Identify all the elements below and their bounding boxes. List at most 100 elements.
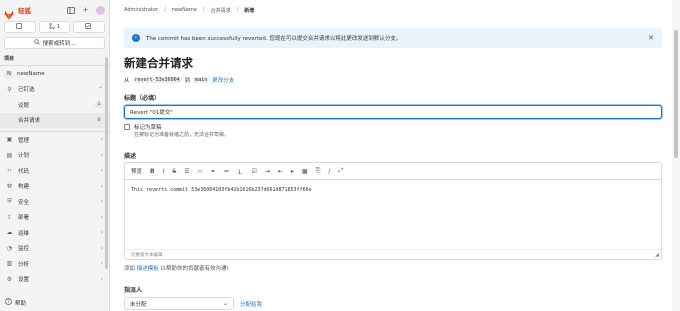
chevron-up-icon: ⌃ [97,85,103,93]
shield-icon: ⛨ [7,197,12,205]
title-input[interactable]: Revert "01提交" [124,105,662,119]
sidebar-item-project[interactable]: N newName [0,66,109,82]
chevron-right-icon: › [100,167,103,175]
sidebar-top-actions: + [66,5,105,15]
link-icon[interactable]: ⚭ [210,168,215,175]
sidebar-item-label: 部署 [18,215,30,222]
chevron-right-icon: › [100,136,103,144]
numbered-list-icon[interactable]: ⒈ [237,167,243,176]
list-style-icon[interactable]: ☰ [184,168,189,175]
draft-help-text: 在被标记为准备就绪之前，无法合并草稿。 [134,132,230,138]
strikethrough-icon[interactable]: S [172,168,176,175]
sidebar-item-label: 代码 [18,168,30,175]
sidebar-toggle-icon[interactable] [66,6,75,15]
sidebar-counters: 1 [0,21,109,33]
chevron-right-icon: › [100,198,103,206]
attach-icon[interactable]: ⎘ [316,167,321,175]
sidebar-item-build[interactable]: ⚒ 构建 › [0,179,109,195]
sidebar-item-plan[interactable]: ▤ 计划 › [0,148,109,164]
code-icon[interactable]: ‹› [198,168,203,175]
todo-icon [85,23,92,31]
target-branch: main [193,77,210,83]
resize-handle-icon[interactable]: ◢ [655,252,659,258]
sidebar-item-code[interactable]: ‹› 代码 › [0,163,109,179]
page-scrollbar-thumb[interactable] [674,30,678,158]
editor-toolbar: 预览 B I S ☰ ‹› ⚭ ≔ ⒈ ☑ ⇥ ⇤ ▸ ▦ ⎘ / ⤢ [125,163,661,180]
sidebar-item-security[interactable]: ⛨ 安全 › [0,194,109,210]
breadcrumb-item[interactable]: 合并请求 [211,7,231,14]
draft-checkbox-row[interactable]: 标记为草稿 [124,123,162,131]
assign-to-me-link[interactable]: 分配给我 [240,300,262,308]
user-avatar[interactable] [96,5,105,15]
breadcrumb-item[interactable]: newName [172,7,197,13]
indent-icon[interactable]: ⇥ [265,168,270,175]
page-scrollbar[interactable] [672,0,680,311]
main-content: Administrator / newName / 合并请求 / 新增 i Th… [110,0,680,311]
editor-footer: 切换富文本编辑 [125,249,661,259]
source-branch: revert-53e36004 [132,77,182,83]
fullscreen-icon[interactable]: ⤢ [338,167,343,175]
bullet-list-icon[interactable]: ≔ [223,168,229,175]
change-branches-link[interactable]: 更改分支 [212,76,234,84]
quick-action-icon[interactable]: / [328,168,330,175]
build-icon: ⚒ [6,182,13,190]
breadcrumb-current: 新增 [244,7,255,14]
table-icon[interactable]: ▦ [302,168,308,175]
code-icon: ‹› [7,167,12,175]
sidebar-item-monitor[interactable]: ◔ 监控 › [0,241,109,257]
todo-counter[interactable] [73,21,106,33]
description-editor: 预览 B I S ☰ ‹› ⚭ ≔ ⒈ ☑ ⇥ ⇤ ▸ ▦ ⎘ / ⤢ This… [124,162,662,260]
outdent-icon[interactable]: ⇤ [278,168,283,175]
gitlab-logo-icon[interactable] [4,5,14,20]
description-label: 描述 [124,153,137,160]
plan-icon: ▤ [6,151,13,159]
draft-checkbox[interactable] [124,124,130,130]
rich-text-toggle[interactable]: 切换富文本编辑 [131,252,163,258]
close-icon[interactable]: ✕ [648,34,654,42]
template-link[interactable]: 描述模板 [137,266,159,272]
draft-label: 标记为草稿 [134,125,162,131]
task-list-icon[interactable]: ☑ [251,168,256,175]
template-suffix: 以帮助你的贡献者有效沟通! [160,266,229,272]
collapsible-icon[interactable]: ▸ [291,168,294,175]
chevron-right-icon: › [100,182,103,190]
monitor-icon: ◔ [6,244,13,252]
breadcrumb-item[interactable]: Administrator [124,7,158,13]
template-prefix: 添加 [124,266,136,272]
sidebar-item-analytics[interactable]: ▥ 分析 › [0,256,109,272]
merge-requests-counter[interactable]: 1 [38,21,71,33]
search-button[interactable]: 搜索或转到... [4,37,105,49]
sidebar-item-settings[interactable]: ⚙ 设置 › [0,272,109,288]
preview-tab[interactable]: 预览 [131,167,142,175]
italic-icon[interactable]: I [163,168,165,175]
create-new-icon[interactable]: + [81,6,90,15]
issues-badge: 1 [95,101,103,108]
branch-info: 从 revert-53e36004 到 main 更改分支 [124,76,234,84]
description-textarea[interactable]: This reverts commit 53e36004103fb42b1616… [125,180,661,200]
chevron-right-icon: › [100,275,103,283]
bold-icon[interactable]: B [150,168,155,175]
sidebar: 轻狐 + 1 搜索或转到... 项目 N newName ⚲ 已钉选 ⌃ 议题 … [0,0,110,311]
assignee-dropdown[interactable]: 未分配 ⌄ [124,297,234,310]
sidebar-item-deploy[interactable]: ⇪ 部署 › [0,210,109,226]
sidebar-item-manage[interactable]: ▣ 管理 › [0,132,109,148]
help-button[interactable]: ? 帮助 [5,298,26,307]
app-root: 轻狐 + 1 搜索或转到... 项目 N newName ⚲ 已钉选 ⌃ 议题 … [0,0,680,311]
sidebar-item-label: 合并请求 [18,118,41,125]
issues-counter[interactable] [4,21,36,33]
alert-text: The commit has been successfully reverte… [146,36,402,42]
chevron-right-icon: › [100,151,103,159]
deploy-icon: ⇪ [6,213,13,221]
search-icon [33,39,40,47]
sidebar-item-operate[interactable]: ☁ 运维 › [0,225,109,241]
issues-icon [15,23,22,31]
sidebar-item-label: 构建 [18,184,30,191]
merge-request-icon [49,23,55,31]
sidebar-item-issues[interactable]: 议题 1 [0,97,109,113]
pin-icon: ⚲ [7,85,12,93]
sidebar-scrollbar[interactable] [105,57,108,269]
chevron-right-icon: › [100,260,103,268]
sidebar-item-merge-requests[interactable]: 合并请求 0 [0,112,109,128]
sidebar-item-pinned[interactable]: ⚲ 已钉选 ⌃ [0,82,109,98]
assignee-value: 未分配 [130,301,147,308]
